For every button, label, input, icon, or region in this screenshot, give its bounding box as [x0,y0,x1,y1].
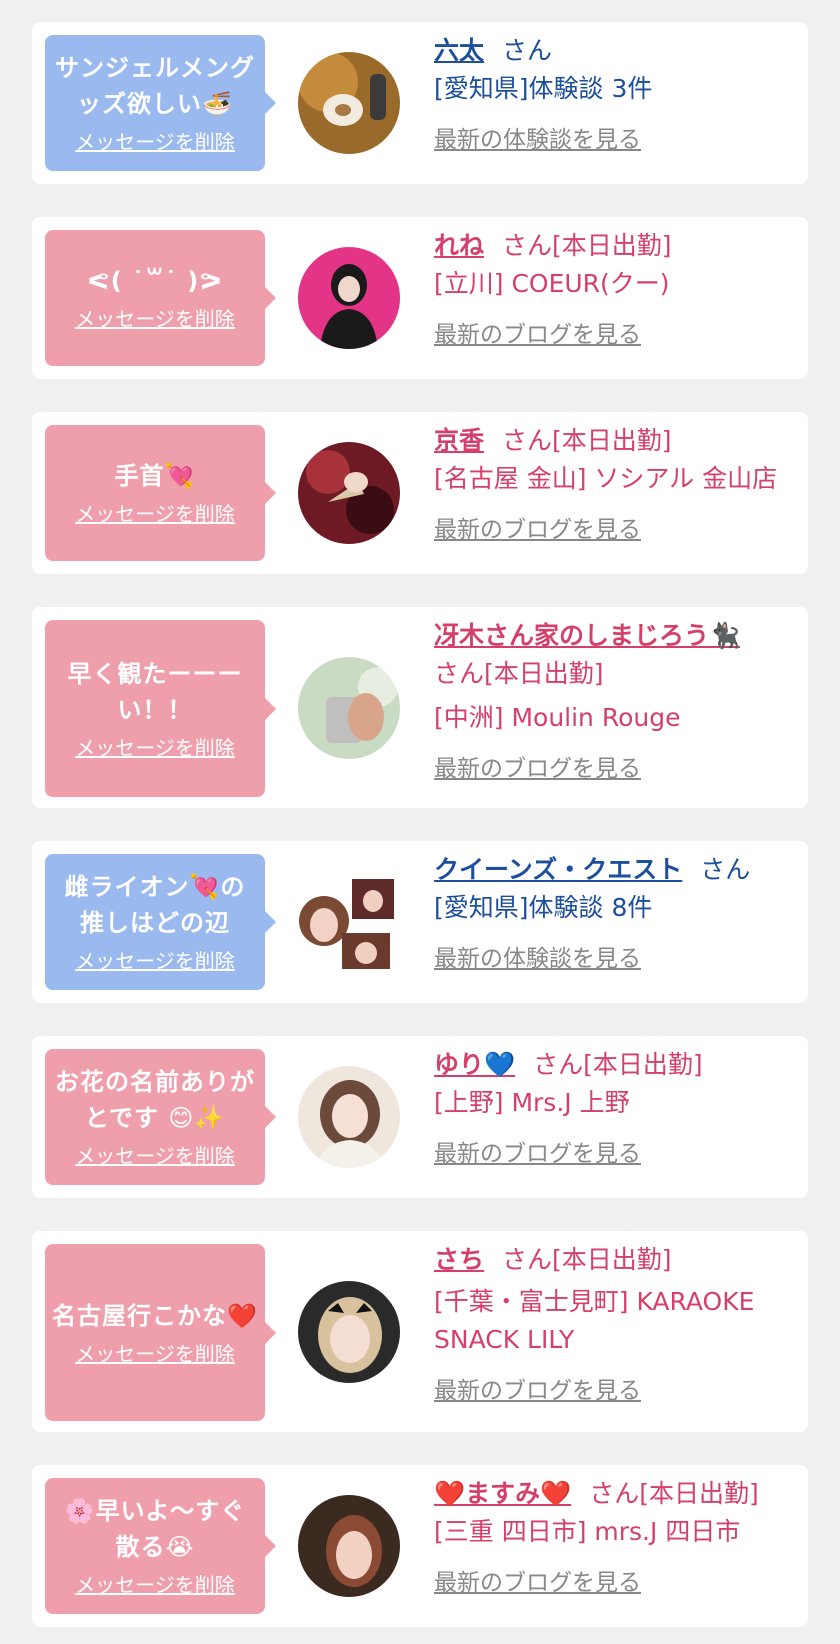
latest-blog-link[interactable]: 最新のブログを見る [434,1371,804,1405]
honorific: さん [700,855,751,884]
list-item: サンジェルメングッズ欲しい🍜 メッセージを削除 六太 さん [愛知県]体験談 3件… [32,22,808,184]
avatar[interactable] [298,247,400,349]
item-subtitle: [三重 四日市] mrs.J 四日市 [434,1517,741,1546]
item-info: れね さん[本日出勤] [立川] COEUR(クー) 最新のブログを見る [434,227,804,349]
item-subtitle: [上野] Mrs.J 上野 [434,1088,630,1117]
honorific: さん [502,36,553,65]
avatar[interactable] [298,657,400,759]
item-info: さち さん[本日出勤] [千葉・富士見町] KARAOKE SNACK LILY … [434,1241,804,1405]
user-name-link[interactable]: クイーンズ・クエスト [434,855,682,884]
latest-review-link[interactable]: 最新の体験談を見る [434,120,804,154]
delete-message-link[interactable]: メッセージを削除 [75,128,235,156]
delete-message-link[interactable]: メッセージを削除 [75,1571,235,1599]
avatar[interactable] [298,1281,400,1383]
honorific: さん[本日出勤] [434,659,604,688]
item-info: 京香 さん[本日出勤] [名古屋 金山] ソシアル 金山店 最新のブログを見る [434,422,804,544]
list-item: 名古屋行こかな❤️ メッセージを削除 さち さん[本日出勤] [千葉・富士見町] … [32,1231,808,1432]
honorific: さん[本日出勤] [502,426,672,455]
message-bubble: 雌ライオン💘の推しはどの辺 メッセージを削除 [45,854,276,990]
item-subtitle: [中洲] Moulin Rouge [434,703,681,732]
message-bubble: 手首💘 メッセージを削除 [45,425,276,561]
message-text: サンジェルメングッズ欲しい🍜 [55,54,255,118]
message-text: 手首💘 [114,462,196,490]
honorific: さん[本日出勤] [533,1050,703,1079]
list-item: 早く観たーーーい！！ メッセージを削除 冴木さん家のしまじろう🐈‍⬛ さん[本日… [32,607,808,808]
user-name-link[interactable]: 京香 [434,426,484,455]
delete-message-link[interactable]: メッセージを削除 [75,1340,235,1368]
latest-review-link[interactable]: 最新の体験談を見る [434,939,804,973]
item-info: 冴木さん家のしまじろう🐈‍⬛ さん[本日出勤] [中洲] Moulin Roug… [434,617,804,783]
item-info: クイーンズ・クエスト さん [愛知県]体験談 8件 最新の体験談を見る [434,851,804,973]
message-bubble: サンジェルメングッズ欲しい🍜 メッセージを削除 [45,35,276,171]
user-name-link[interactable]: ❤️ますみ❤️ [434,1479,571,1508]
honorific: さん[本日出勤] [502,231,672,260]
user-name-link[interactable]: さち [434,1245,484,1274]
item-subtitle: [千葉・富士見町] KARAOKE [434,1287,755,1316]
list-item: 手首💘 メッセージを削除 京香 さん[本日出勤] [名古屋 金山] ソシアル 金山… [32,412,808,574]
message-bubble: 名古屋行こかな❤️ メッセージを削除 [45,1244,276,1421]
message-text: お花の名前ありがとです 😊✨ [55,1068,255,1132]
message-text: 名古屋行こかな❤️ [52,1301,258,1330]
latest-blog-link[interactable]: 最新のブログを見る [434,749,804,783]
item-info: ゆり💙 さん[本日出勤] [上野] Mrs.J 上野 最新のブログを見る [434,1046,804,1168]
user-name-link[interactable]: 六太 [434,36,484,65]
item-info: ❤️ますみ❤️ さん[本日出勤] [三重 四日市] mrs.J 四日市 最新のブロ… [434,1475,804,1597]
delete-message-link[interactable]: メッセージを削除 [75,500,235,528]
honorific: さん[本日出勤] [502,1245,672,1274]
avatar[interactable] [298,52,400,154]
latest-blog-link[interactable]: 最新のブログを見る [434,510,804,544]
avatar[interactable] [298,871,400,973]
message-bubble: お花の名前ありがとです 😊✨ メッセージを削除 [45,1049,276,1185]
item-subtitle: [愛知県]体験談 3件 [434,74,653,103]
user-name-link[interactable]: 冴木さん家のしまじろう🐈‍⬛ [434,621,740,650]
delete-message-link[interactable]: メッセージを削除 [75,734,235,762]
item-subtitle-2: SNACK LILY [434,1325,575,1354]
list-item: 🌸早いよ〜すぐ散る😭 メッセージを削除 ❤️ますみ❤️ さん[本日出勤] [三重 … [32,1465,808,1627]
item-subtitle: [名古屋 金山] ソシアル 金山店 [434,464,778,493]
message-text: ᕙ( ˙꒳˙ )ᕗ [87,267,223,295]
item-info: 六太 さん [愛知県]体験談 3件 最新の体験談を見る [434,32,804,154]
list-item: 雌ライオン💘の推しはどの辺 メッセージを削除 クイーンズ・クエスト さん [愛知県… [32,841,808,1003]
user-name-link[interactable]: ゆり💙 [434,1050,515,1079]
message-bubble: 早く観たーーーい！！ メッセージを削除 [45,620,276,797]
user-name-link[interactable]: れね [434,231,484,260]
item-subtitle: [愛知県]体験談 8件 [434,893,653,922]
honorific: さん[本日出勤] [589,1479,759,1508]
message-bubble: 🌸早いよ〜すぐ散る😭 メッセージを削除 [45,1478,276,1614]
latest-blog-link[interactable]: 最新のブログを見る [434,315,804,349]
item-subtitle: [立川] COEUR(クー) [434,269,670,298]
latest-blog-link[interactable]: 最新のブログを見る [434,1563,804,1597]
avatar[interactable] [298,1495,400,1597]
message-bubble: ᕙ( ˙꒳˙ )ᕗ メッセージを削除 [45,230,276,366]
delete-message-link[interactable]: メッセージを削除 [75,305,235,333]
latest-blog-link[interactable]: 最新のブログを見る [434,1134,804,1168]
avatar[interactable] [298,442,400,544]
message-text: 🌸早いよ〜すぐ散る😭 [64,1497,246,1561]
list-item: お花の名前ありがとです 😊✨ メッセージを削除 ゆり💙 さん[本日出勤] [上野]… [32,1036,808,1198]
list-item: ᕙ( ˙꒳˙ )ᕗ メッセージを削除 れね さん[本日出勤] [立川] COEUR… [32,217,808,379]
delete-message-link[interactable]: メッセージを削除 [75,1142,235,1170]
message-text: 早く観たーーーい！！ [67,659,243,724]
delete-message-link[interactable]: メッセージを削除 [75,947,235,975]
avatar[interactable] [298,1066,400,1168]
message-text: 雌ライオン💘の推しはどの辺 [64,873,246,937]
